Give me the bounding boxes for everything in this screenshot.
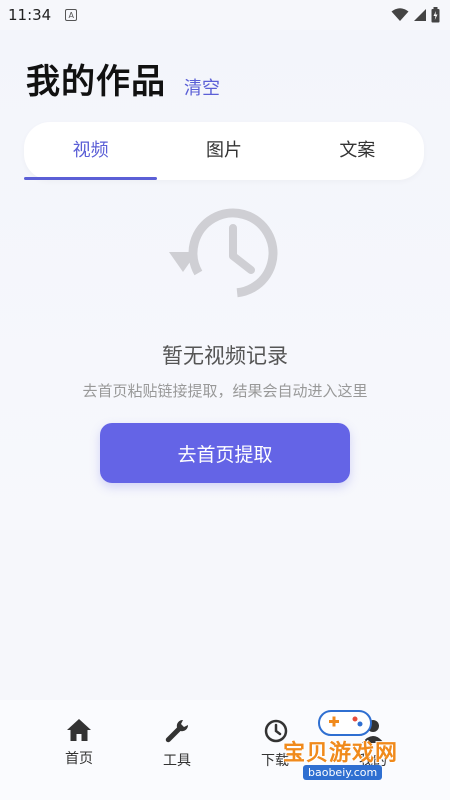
empty-state-title: 暂无视频记录 — [162, 344, 288, 368]
page-title: 我的作品 — [26, 62, 166, 102]
empty-state-subtitle: 去首页粘贴链接提取，结果会自动进入这里 — [82, 382, 368, 400]
gamepad-icon — [318, 710, 372, 736]
tab-video[interactable]: 视频 — [24, 122, 158, 180]
clear-button[interactable]: 清空 — [184, 74, 220, 100]
nav-item-tools[interactable]: 工具 — [128, 700, 226, 800]
tab-images[interactable]: 图片 — [157, 122, 290, 180]
watermark-text: 宝贝游戏网 — [283, 741, 399, 766]
tab-bar: 视频 图片 文案 — [24, 122, 424, 180]
nav-label-tools: 工具 — [163, 753, 191, 769]
wifi-icon — [391, 8, 409, 21]
tab-copywriting[interactable]: 文案 — [291, 122, 424, 180]
watermark: 宝贝游戏网 baobeiy.com — [275, 705, 440, 785]
notification-icon: A — [65, 9, 78, 21]
nav-label-home: 首页 — [65, 751, 93, 767]
page-header: 我的作品 清空 — [26, 56, 220, 108]
home-icon — [67, 719, 91, 741]
history-icon — [169, 208, 278, 298]
signal-icon — [414, 9, 426, 21]
nav-item-home[interactable]: 首页 — [30, 700, 128, 800]
go-extract-button[interactable]: 去首页提取 — [100, 423, 350, 483]
status-icons — [391, 7, 440, 23]
watermark-url: baobeiy.com — [303, 765, 383, 780]
wrench-icon — [165, 719, 189, 743]
status-bar: 11:34 A — [0, 0, 450, 30]
status-time: 11:34 — [8, 6, 52, 24]
battery-icon — [431, 7, 440, 23]
